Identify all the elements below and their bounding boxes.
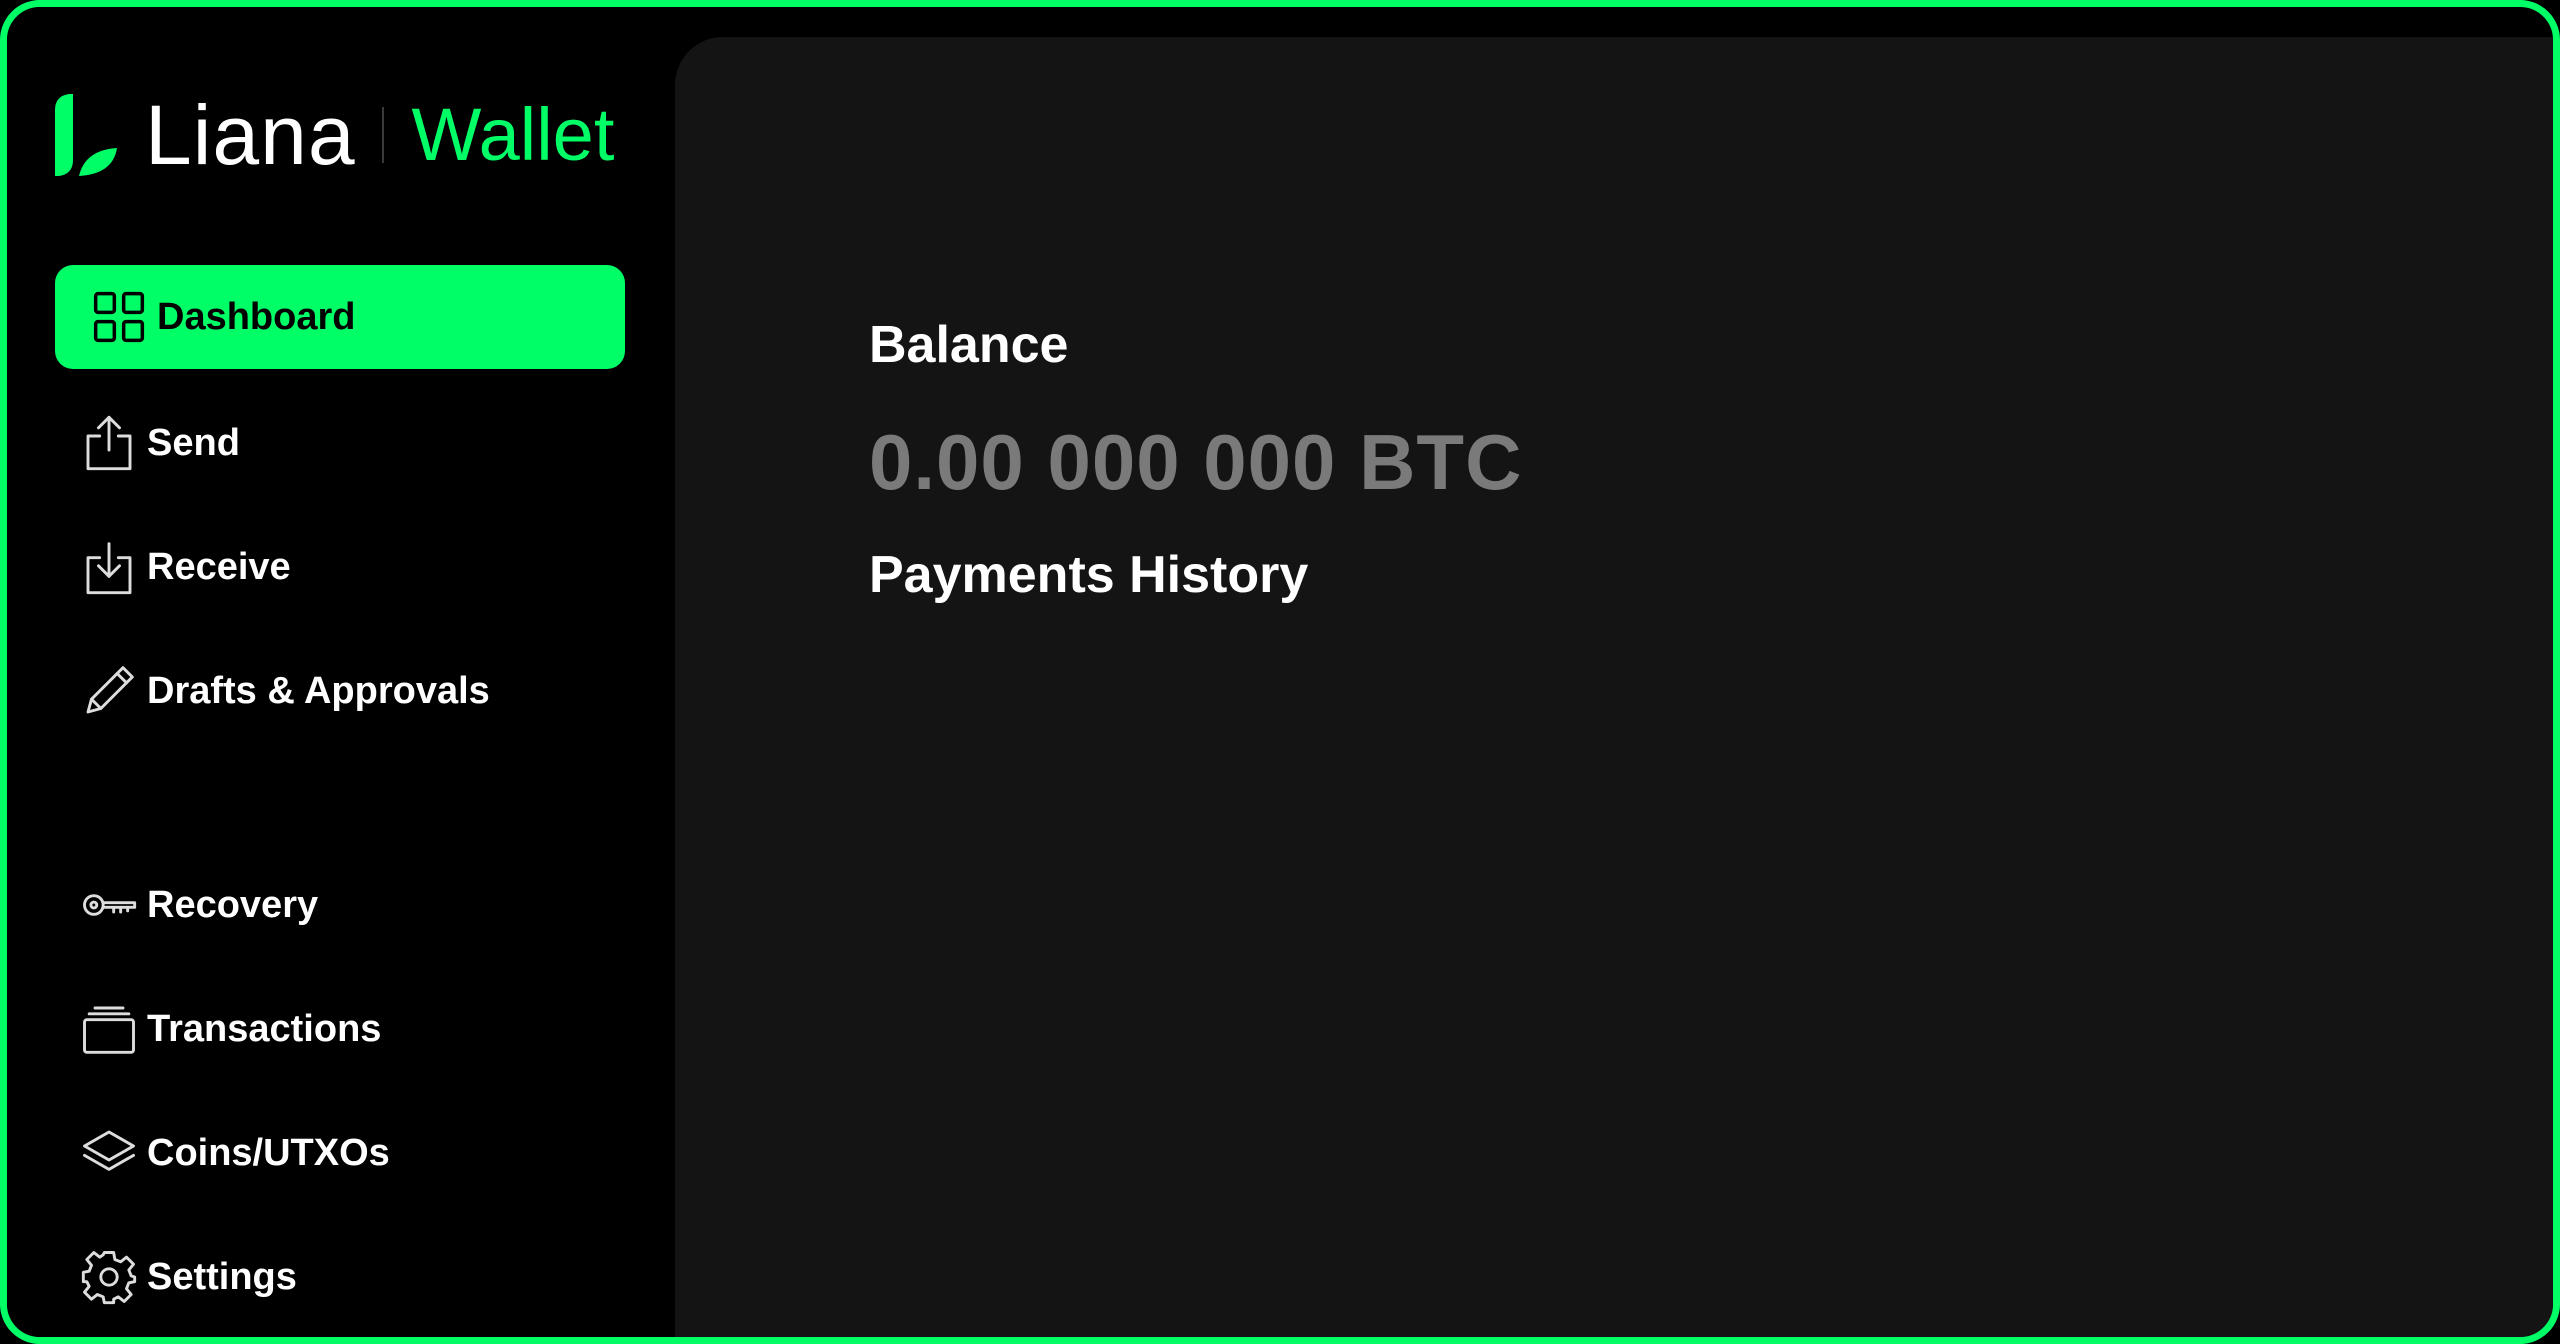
- balance-title: Balance: [869, 316, 1069, 374]
- logo-word: Liana: [145, 88, 356, 182]
- sidebar-item-label: Recovery: [147, 883, 319, 926]
- main-panel: Balance 0.00 000 000 BTC Payments Histor…: [675, 37, 2553, 1337]
- balance-value: 0.00 000 000 BTC: [869, 418, 1523, 506]
- download-icon: [79, 537, 139, 597]
- logo-subtitle: Wallet: [411, 93, 615, 176]
- sidebar-item-settings[interactable]: Settings: [55, 1225, 625, 1329]
- sidebar-item-recovery[interactable]: Recovery: [55, 853, 625, 957]
- sidebar-item-label: Transactions: [147, 1007, 382, 1050]
- logo-separator: [381, 107, 384, 163]
- sidebar-item-coins-utxos[interactable]: Coins/UTXOs: [55, 1101, 625, 1205]
- sidebar-item-receive[interactable]: Receive: [55, 515, 625, 619]
- sidebar-item-label: Drafts & Approvals: [147, 669, 490, 712]
- key-icon: [79, 875, 139, 935]
- sidebar-item-dashboard[interactable]: Dashboard: [55, 265, 625, 369]
- upload-icon: [79, 413, 139, 473]
- sidebar-item-label: Send: [147, 421, 240, 464]
- sidebar-item-transactions[interactable]: Transactions: [55, 977, 625, 1081]
- sidebar-item-drafts-approvals[interactable]: Drafts & Approvals: [55, 639, 625, 743]
- layers-icon: [79, 1123, 139, 1183]
- sidebar: Liana Wallet Dashboard Send Receive Draf…: [7, 7, 675, 1337]
- app-logo: Liana Wallet: [51, 85, 614, 185]
- sidebar-item-label: Coins/UTXOs: [147, 1131, 390, 1174]
- grid-icon: [89, 287, 149, 347]
- liana-logo-icon: [55, 94, 117, 176]
- gear-icon: [79, 1247, 139, 1307]
- sidebar-item-label: Dashboard: [157, 295, 356, 338]
- app-window: Liana Wallet Dashboard Send Receive Draf…: [0, 0, 2560, 1344]
- sidebar-item-label: Settings: [147, 1255, 297, 1298]
- pencil-icon: [79, 661, 139, 721]
- sidebar-item-label: Receive: [147, 545, 291, 588]
- stack-icon: [79, 999, 139, 1059]
- sidebar-item-send[interactable]: Send: [55, 391, 625, 495]
- payments-history-title: Payments History: [869, 546, 1309, 604]
